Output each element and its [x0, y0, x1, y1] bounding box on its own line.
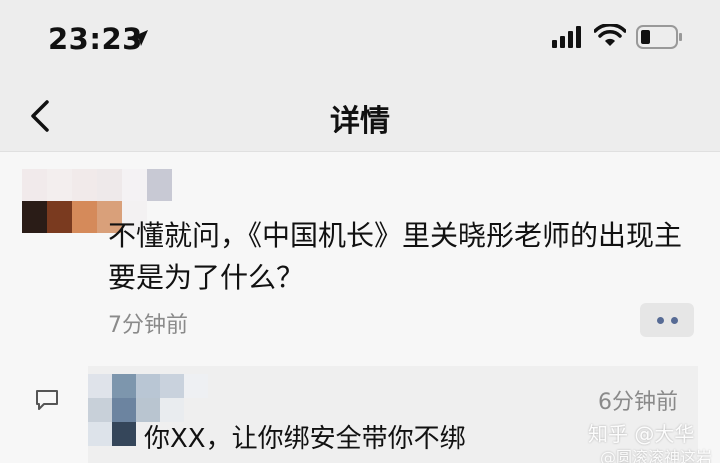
signal-icon: [552, 26, 581, 48]
more-button[interactable]: [640, 303, 694, 337]
watermark-sub: @圆滚滚神这岩: [600, 448, 713, 463]
page-title: 详情: [330, 104, 390, 139]
post-timestamp: 7分钟前: [108, 313, 188, 338]
nav-bar: 详情: [0, 78, 720, 152]
comment-text: 你XX，让你绑安全带你不绑: [144, 424, 466, 454]
back-button[interactable]: [22, 96, 58, 136]
comment-icon: [36, 390, 58, 410]
chevron-left-icon: [31, 100, 49, 132]
comment-timestamp: 6分钟前: [598, 390, 678, 415]
post: 不懂就问，《中国机长》里关晓彤老师的出现主要是为了什么？ 7分钟前: [0, 153, 720, 360]
more-dots-icon: [656, 316, 664, 324]
status-bar: 23:23: [0, 0, 720, 78]
wifi-icon: [594, 24, 626, 46]
battery-icon: [636, 25, 682, 49]
status-time: 23:23: [48, 22, 143, 56]
post-text: 不懂就问，《中国机长》里关晓彤老师的出现主要是为了什么？: [108, 219, 683, 294]
location-arrow-icon: [132, 30, 148, 46]
watermark: 知乎 @大华: [588, 422, 695, 446]
